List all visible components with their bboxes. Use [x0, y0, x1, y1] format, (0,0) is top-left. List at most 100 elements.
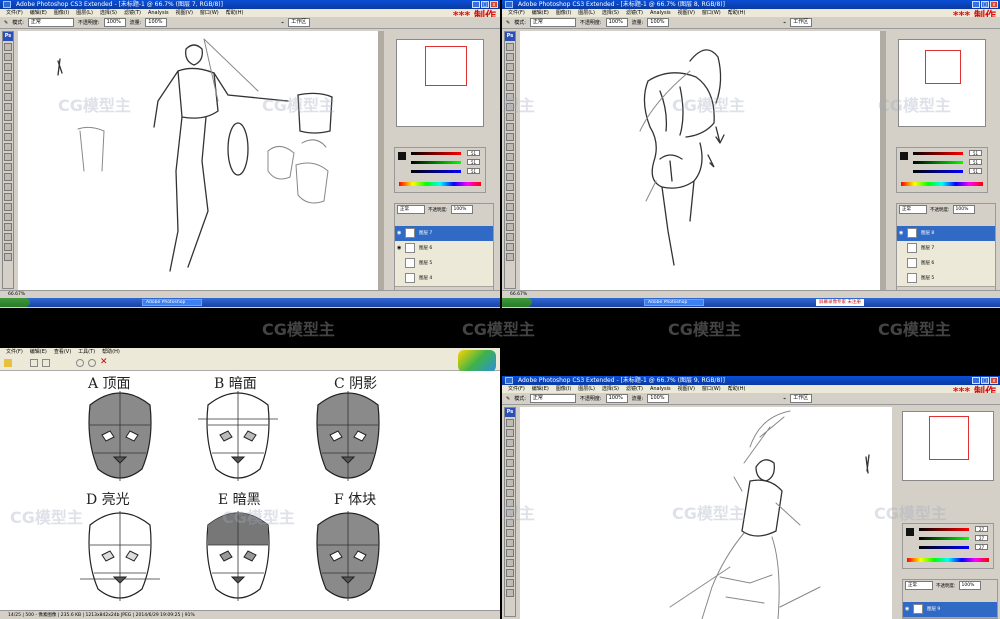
eye-icon[interactable]	[899, 260, 905, 266]
airbrush-icon[interactable]: ⌁	[783, 17, 786, 29]
brush-tool-icon[interactable]	[506, 489, 514, 497]
layer-row[interactable]: 图层 7	[897, 241, 995, 257]
eye-icon[interactable]	[397, 275, 403, 281]
crop-tool-icon[interactable]	[506, 83, 514, 91]
document-canvas[interactable]	[520, 407, 892, 619]
menu-help[interactable]: 帮助(H)	[728, 9, 746, 17]
path-select-icon[interactable]	[506, 203, 514, 211]
shape-tool-icon[interactable]	[4, 213, 12, 221]
layer-row[interactable]: 图层 5	[897, 271, 995, 287]
menu-tools[interactable]: 工具(T)	[78, 348, 95, 356]
flow-input[interactable]: 100%	[145, 18, 168, 27]
move-tool-icon[interactable]	[506, 419, 514, 427]
blue-slider[interactable]	[919, 546, 969, 549]
gradient-tool-icon[interactable]	[4, 153, 12, 161]
layer-row[interactable]: ◉ 图层 8	[897, 226, 995, 242]
eye-icon[interactable]: ◉	[899, 230, 905, 236]
eraser-tool-icon[interactable]	[506, 143, 514, 151]
blend-mode-select[interactable]: 正常	[899, 205, 927, 214]
lasso-tool-icon[interactable]	[506, 439, 514, 447]
brush-tool-icon[interactable]: ✎	[506, 17, 510, 29]
layer-opacity-input[interactable]: 100%	[450, 205, 473, 214]
menu-edit[interactable]: 编辑(E)	[30, 348, 47, 356]
lasso-tool-icon[interactable]	[4, 63, 12, 71]
opacity-input[interactable]: 100%	[605, 394, 628, 403]
color-spectrum[interactable]	[907, 558, 989, 562]
menu-view[interactable]: 视图(V)	[678, 385, 695, 393]
menu-edit[interactable]: 编辑(E)	[532, 9, 549, 17]
healing-tool-icon[interactable]	[4, 103, 12, 111]
opacity-input[interactable]: 100%	[103, 18, 126, 27]
eye-icon[interactable]: ◉	[397, 245, 403, 251]
menu-window[interactable]: 窗口(W)	[702, 9, 721, 17]
shape-tool-icon[interactable]	[506, 589, 514, 597]
foreground-swatch[interactable]	[900, 152, 908, 160]
pen-tool-icon[interactable]	[506, 183, 514, 191]
workspace-button[interactable]: 工作区	[790, 18, 813, 27]
menu-view[interactable]: 查看(V)	[54, 348, 71, 356]
mode-select[interactable]: 正常	[27, 18, 74, 27]
airbrush-icon[interactable]: ⌁	[281, 17, 284, 29]
eye-icon[interactable]	[899, 245, 905, 251]
path-select-icon[interactable]	[4, 203, 12, 211]
dodge-tool-icon[interactable]	[4, 173, 12, 181]
eye-icon[interactable]	[899, 275, 905, 281]
hand-tool-icon[interactable]	[4, 243, 12, 251]
navigator-thumbnail[interactable]	[898, 39, 986, 127]
taskbar-item-photoshop[interactable]: Adobe Photoshop	[644, 299, 704, 306]
red-value[interactable]: 51	[969, 150, 982, 156]
green-slider[interactable]	[919, 537, 969, 540]
zoom-tool-icon[interactable]	[4, 253, 12, 261]
layer-row[interactable]: 图层 6	[897, 256, 995, 272]
pen-tool-icon[interactable]	[4, 183, 12, 191]
navigator-thumbnail[interactable]	[396, 39, 484, 127]
blur-tool-icon[interactable]	[506, 163, 514, 171]
layer-opacity-input[interactable]: 100%	[958, 581, 981, 590]
marquee-tool-icon[interactable]	[506, 53, 514, 61]
foreground-swatch[interactable]	[906, 528, 914, 536]
brush-tool-icon[interactable]: ✎	[4, 17, 8, 29]
color-spectrum[interactable]	[901, 182, 983, 186]
green-value[interactable]: 51	[969, 159, 982, 165]
eyedropper-icon[interactable]	[506, 233, 514, 241]
foreground-swatch[interactable]	[398, 152, 406, 160]
marquee-tool-icon[interactable]	[506, 429, 514, 437]
crop-tool-icon[interactable]	[4, 83, 12, 91]
menu-window[interactable]: 窗口(W)	[702, 385, 721, 393]
start-button[interactable]	[0, 298, 30, 307]
delete-icon[interactable]: ✕	[100, 357, 108, 367]
green-slider[interactable]	[913, 161, 963, 164]
navigator-thumbnail[interactable]	[902, 411, 994, 481]
layer-row[interactable]: ◉ 图层 9	[903, 602, 997, 618]
color-spectrum[interactable]	[399, 182, 481, 186]
eraser-tool-icon[interactable]	[506, 519, 514, 527]
zoom-out-icon[interactable]	[88, 359, 96, 367]
red-value[interactable]: 27	[975, 526, 988, 532]
green-value[interactable]: 27	[975, 535, 988, 541]
mode-select[interactable]: 正常	[529, 18, 576, 27]
start-button[interactable]	[502, 298, 532, 307]
menu-image[interactable]: 图像(I)	[54, 9, 69, 17]
healing-tool-icon[interactable]	[506, 479, 514, 487]
layer-row[interactable]: ◉ 图层 7	[395, 226, 493, 242]
crop-tool-icon[interactable]	[506, 459, 514, 467]
stamp-tool-icon[interactable]	[506, 123, 514, 131]
menu-help[interactable]: 帮助(H)	[226, 9, 244, 17]
notes-tool-icon[interactable]	[506, 223, 514, 231]
menu-edit[interactable]: 编辑(E)	[30, 9, 47, 17]
eraser-tool-icon[interactable]	[4, 143, 12, 151]
hand-tool-icon[interactable]	[506, 243, 514, 251]
slice-tool-icon[interactable]	[506, 93, 514, 101]
flow-input[interactable]: 100%	[647, 18, 670, 27]
red-slider[interactable]	[411, 152, 461, 155]
taskbar-item-photoshop[interactable]: Adobe Photoshop	[142, 299, 202, 306]
green-value[interactable]: 51	[467, 159, 480, 165]
menu-edit[interactable]: 编辑(E)	[532, 385, 549, 393]
eye-icon[interactable]	[397, 260, 403, 266]
blend-mode-select[interactable]: 正常	[905, 581, 933, 590]
menu-select[interactable]: 选择(S)	[602, 9, 619, 17]
red-slider[interactable]	[913, 152, 963, 155]
blue-value[interactable]: 51	[969, 168, 982, 174]
path-select-icon[interactable]	[506, 579, 514, 587]
zoom-in-icon[interactable]	[76, 359, 84, 367]
